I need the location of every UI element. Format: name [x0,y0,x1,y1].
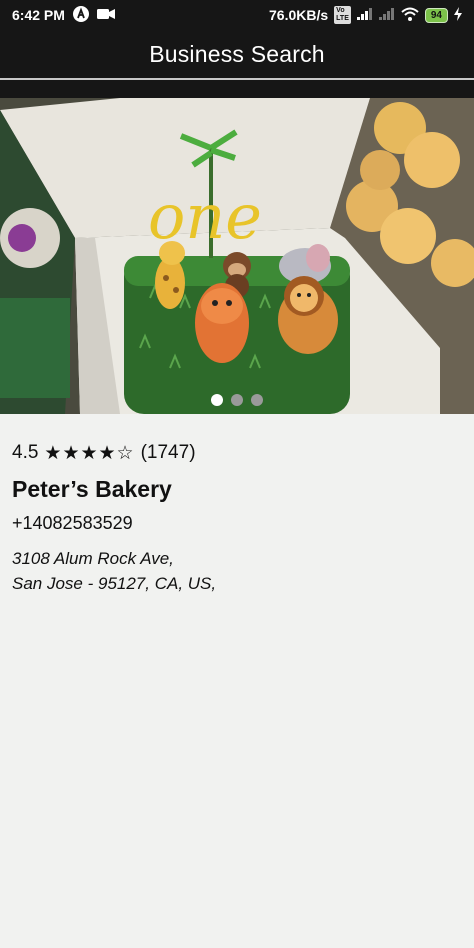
carousel-pagination [0,394,474,406]
status-time: 6:42 PM [12,7,65,23]
app-bar: Business Search [0,30,474,78]
star-rating-icon: ★★★★☆ [44,442,135,464]
rating-row: 4.5 ★★★★☆ (1747) [12,440,462,466]
carousel-dot-2[interactable] [231,394,243,406]
carousel-dot-1[interactable] [211,394,223,406]
charging-icon [454,6,462,24]
image-carousel[interactable]: one [0,98,474,414]
a-icon [72,5,89,25]
battery-icon: 94 [424,7,448,23]
business-name: Peter’s Bakery [12,476,172,502]
rating-value: 4.5 [12,442,39,463]
business-details: 4.5 ★★★★☆ (1747) Peter’s Bakery +1408258… [12,440,462,596]
network-speed: 76.0KB/s [269,7,329,23]
svg-text:one: one [148,180,262,253]
business-address: 3108 Alum Rock Ave, San Jose - 95127, CA… [12,546,462,596]
app-bar-spacer [0,80,474,98]
cake-photo: one [0,98,474,414]
status-bar: 6:42 PM 76.0KB/s Vo LTE 94 [0,0,474,30]
volte-icon: Vo LTE [334,6,351,24]
signal-icon [356,7,373,23]
review-count: (1747) [140,442,196,463]
business-phone[interactable]: +14082583529 [12,513,462,534]
wifi-icon [401,7,419,24]
address-line-2: San Jose - 95127, CA, US, [12,574,217,593]
address-line-1: 3108 Alum Rock Ave, [12,549,174,568]
carousel-dot-3[interactable] [251,394,263,406]
signal-icon-2 [378,7,395,23]
page-title: Business Search [149,40,325,67]
video-camera-icon [96,7,115,23]
